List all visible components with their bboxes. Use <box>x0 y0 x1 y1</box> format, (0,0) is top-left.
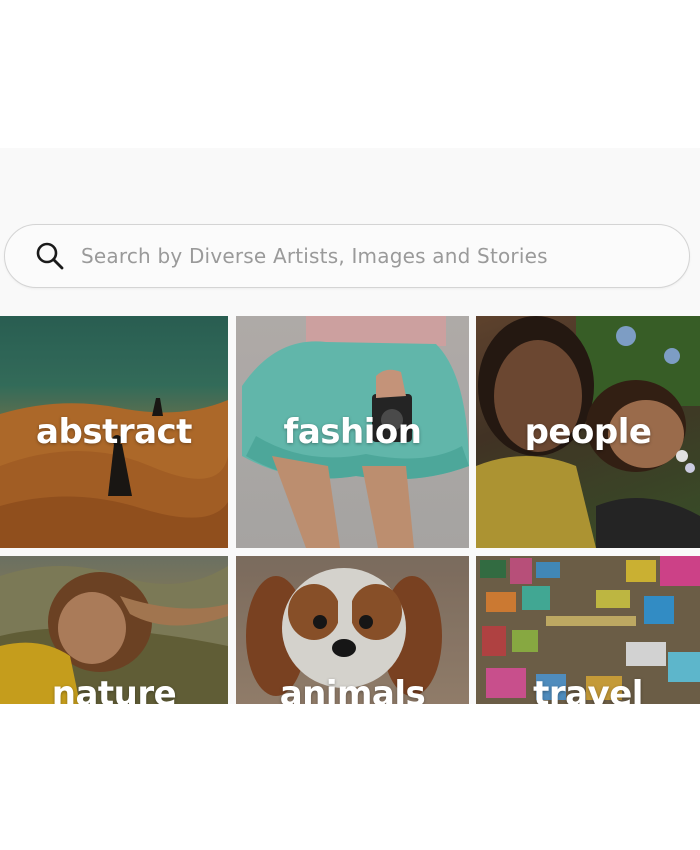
top-blank-area <box>0 0 700 148</box>
category-tile-animals[interactable]: animals <box>236 556 469 704</box>
category-tile-people[interactable]: people <box>476 316 700 548</box>
category-label-travel: travel <box>533 674 643 704</box>
search-icon[interactable] <box>33 239 67 273</box>
category-label-people: people <box>524 412 652 452</box>
category-tile-abstract[interactable]: abstract <box>0 316 228 548</box>
category-label-animals: animals <box>279 674 426 704</box>
category-tile-nature[interactable]: nature <box>0 556 228 704</box>
category-label-fashion: fashion <box>283 412 422 452</box>
category-label-nature: nature <box>51 674 177 704</box>
search-input[interactable] <box>81 236 689 276</box>
category-grid: abstract fashion people nature animals t… <box>0 316 700 704</box>
category-label-abstract: abstract <box>36 412 192 452</box>
category-tile-travel[interactable]: travel <box>476 556 700 704</box>
category-tile-fashion[interactable]: fashion <box>236 316 469 548</box>
search-bar[interactable] <box>4 224 690 288</box>
explore-panel: abstract fashion <box>0 148 700 704</box>
